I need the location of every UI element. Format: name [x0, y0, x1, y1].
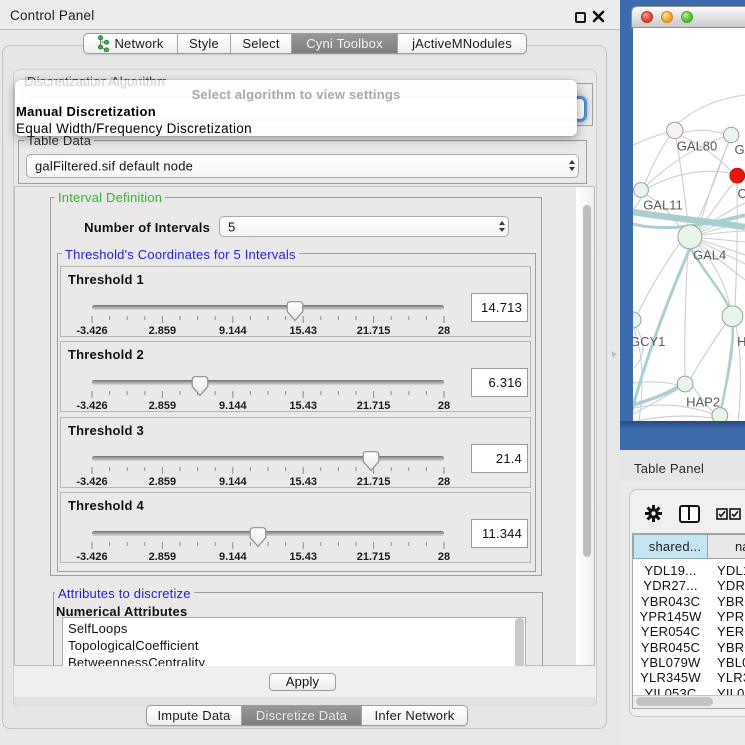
- svg-text:GAL80: GAL80: [677, 139, 717, 154]
- svg-text:GAL4: GAL4: [693, 248, 726, 263]
- svg-text:GAL11: GAL11: [643, 198, 683, 213]
- svg-text:HA: HA: [737, 334, 745, 349]
- svg-text:C: C: [738, 186, 745, 201]
- svg-text:HAP2: HAP2: [686, 395, 720, 410]
- svg-text:GA: GA: [735, 142, 745, 157]
- svg-text:GCY1: GCY1: [633, 334, 665, 349]
